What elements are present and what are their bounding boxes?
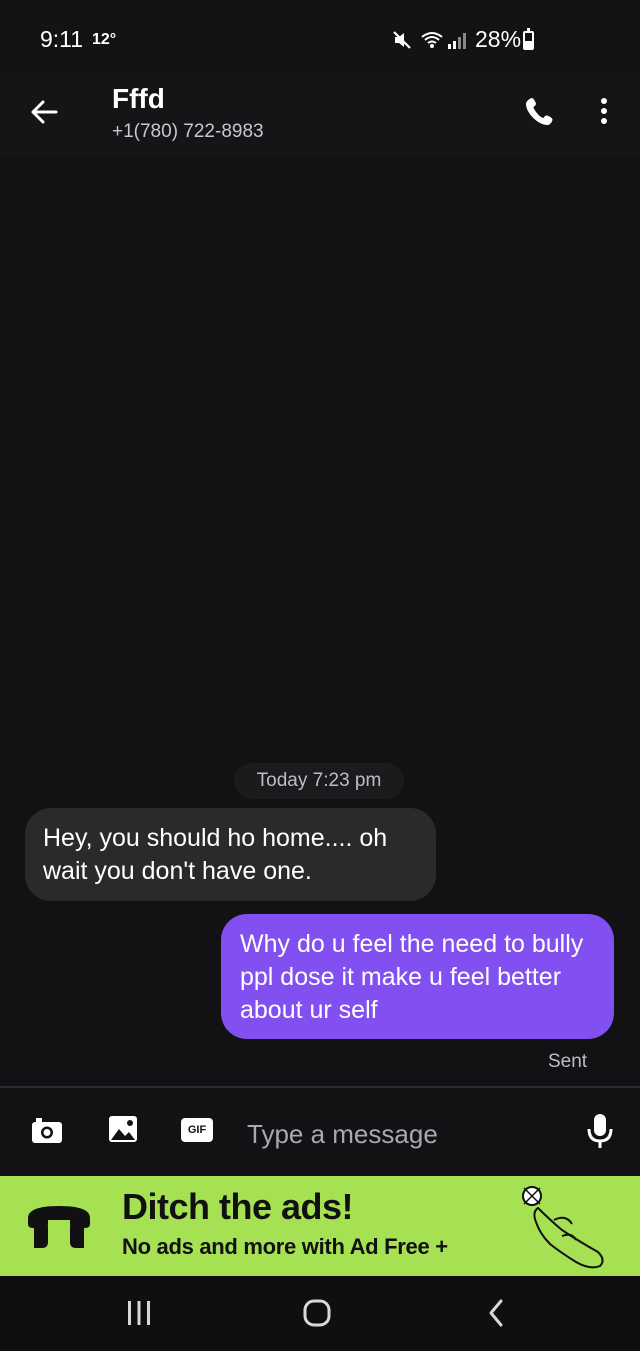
contact-name: Fffd: [112, 83, 165, 114]
status-temperature: 12°: [92, 31, 117, 48]
date-divider: Today 7:23 pm: [234, 763, 404, 799]
camera-icon[interactable]: [30, 1115, 64, 1145]
ad-subtitle: No ads and more with Ad Free +: [122, 1234, 448, 1259]
outgoing-message-bubble[interactable]: Why do u feel the need to bully ppl dose…: [221, 914, 614, 1039]
nav-back-icon[interactable]: [486, 1298, 506, 1328]
back-arrow-icon[interactable]: [28, 96, 60, 128]
signal-icon: [448, 33, 466, 49]
recents-icon[interactable]: [125, 1298, 153, 1328]
status-time: 9:11: [40, 26, 84, 52]
home-icon[interactable]: [302, 1298, 332, 1328]
gif-button[interactable]: GIF: [181, 1118, 213, 1142]
incoming-message-bubble[interactable]: Hey, you should ho home.... oh wait you …: [25, 808, 436, 901]
contact-phone: +1(780) 722-8983: [112, 121, 264, 142]
message-input[interactable]: [247, 1116, 567, 1152]
microphone-icon[interactable]: [585, 1112, 615, 1150]
wifi-icon: [421, 32, 443, 48]
mute-icon: [393, 31, 411, 49]
textnow-logo-icon: [28, 1206, 90, 1248]
battery-icon: [523, 28, 534, 50]
more-options-icon[interactable]: [596, 96, 612, 126]
system-nav-bar: [0, 1276, 640, 1351]
battery-percent: 28%: [475, 26, 522, 52]
status-bar: 9:11 12° 28%: [0, 0, 640, 78]
ad-title: Ditch the ads!: [122, 1186, 354, 1227]
message-status: Sent: [548, 1051, 588, 1072]
message-composer: GIF: [0, 1088, 640, 1176]
gallery-icon[interactable]: [107, 1113, 139, 1145]
conversation-header: Fffd +1(780) 722-8983: [0, 78, 640, 156]
ad-banner[interactable]: Ditch the ads! No ads and more with Ad F…: [0, 1176, 640, 1276]
hand-illustration-icon: [522, 1186, 604, 1269]
message-thread[interactable]: Today 7:23 pm Hey, you should ho home...…: [0, 156, 640, 1086]
phone-call-icon[interactable]: [524, 95, 556, 127]
